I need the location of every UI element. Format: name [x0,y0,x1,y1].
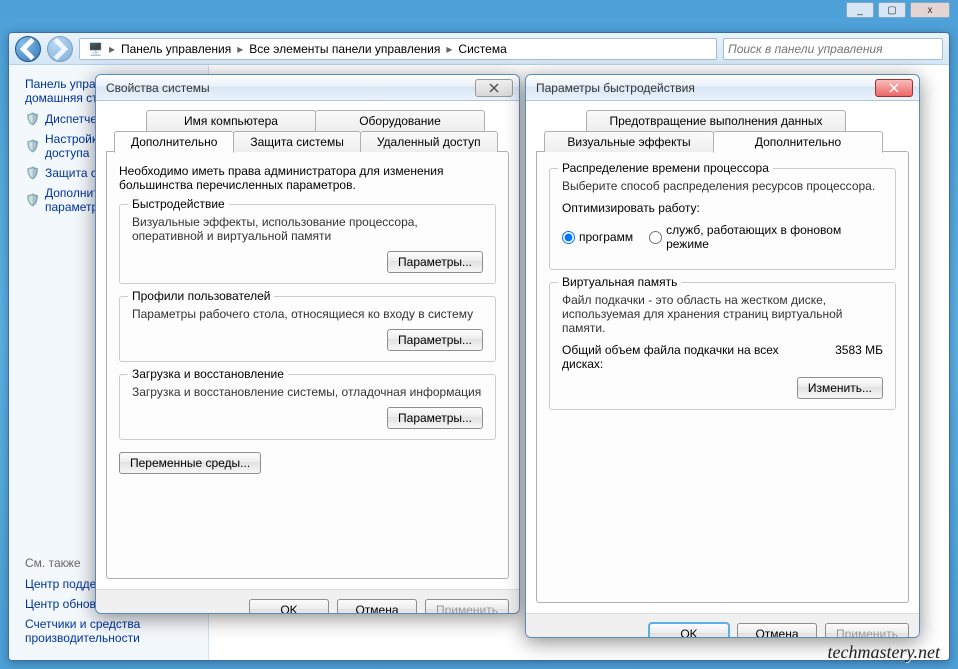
tabs-row-1: Имя компьютера Оборудование [106,110,509,131]
tabs-row-2: Дополнительно Защита системы Удаленный д… [106,131,509,152]
group-user-profiles: Профили пользователей Параметры рабочего… [119,296,496,362]
tab-panel-advanced: Необходимо иметь права администратора дл… [106,151,509,579]
dialog-titlebar: Свойства системы [96,75,519,101]
tabs-row-1: Предотвращение выполнения данных [536,110,909,131]
tab-advanced[interactable]: Дополнительно [713,131,883,153]
dialog-footer: OK Отмена Применить [96,589,519,614]
apply-button[interactable]: Применить [825,623,909,639]
group-legend: Профили пользователей [128,289,274,303]
ok-button[interactable]: OK [649,623,729,639]
group-legend: Распределение времени процессора [558,161,773,175]
group-legend: Виртуальная память [558,275,681,289]
radio-label: программ [579,230,633,244]
radio-services[interactable]: служб, работающих в фоновом режиме [649,223,883,251]
shield-icon: 🛡️ [25,112,39,126]
system-properties-dialog: Свойства системы Имя компьютера Оборудов… [95,74,520,614]
close-icon[interactable] [475,79,513,97]
tab-hardware[interactable]: Оборудование [315,110,485,131]
tab-protection[interactable]: Защита системы [233,131,360,152]
shield-icon: 🛡️ [25,139,39,153]
breadcrumb-icon[interactable]: 🖥️ [84,42,107,56]
tab-dep[interactable]: Предотвращение выполнения данных [586,110,846,131]
ok-button[interactable]: OK [249,599,329,615]
forward-button[interactable] [47,36,73,62]
apply-button[interactable]: Применить [425,599,509,615]
close-button[interactable]: x [910,2,950,18]
back-button[interactable] [15,36,41,62]
group-desc: Загрузка и восстановление системы, отлад… [132,385,483,399]
search-box[interactable] [723,38,943,60]
admin-note: Необходимо иметь права администратора дл… [119,164,496,192]
breadcrumb-item[interactable]: Система [454,42,510,56]
performance-options-dialog: Параметры быстродействия Предотвращение … [525,74,920,638]
minimize-button[interactable]: _ [846,2,874,18]
radio-group-optimize: программ служб, работающих в фоновом реж… [562,223,883,251]
pagefile-total-row: Общий объем файла подкачки на всех диска… [562,343,883,371]
shield-icon: 🛡️ [25,166,39,180]
optimize-label: Оптимизировать работу: [562,201,883,215]
tab-remote[interactable]: Удаленный доступ [360,131,498,152]
search-input[interactable] [728,42,938,56]
tabs-row-2: Визуальные эффекты Дополнительно [536,131,909,152]
chevron-right-icon: ▸ [109,42,115,56]
group-legend: Быстродействие [128,197,229,211]
dialog-body: Имя компьютера Оборудование Дополнительн… [96,101,519,589]
pagefile-value: 3583 МБ [835,343,883,371]
group-legend: Загрузка и восстановление [128,367,288,381]
chevron-right-icon: ▸ [446,42,452,56]
radio-programs[interactable]: программ [562,230,633,244]
group-desc: Визуальные эффекты, использование процес… [132,215,483,243]
sidebar-footer-link[interactable]: Счетчики и средства производительности [25,614,205,648]
group-desc: Файл подкачки - это область на жестком д… [562,293,883,335]
dialog-title: Параметры быстродействия [536,81,875,95]
breadcrumb-item[interactable]: Все элементы панели управления [245,42,444,56]
tab-panel-advanced: Распределение времени процессора Выберит… [536,151,909,603]
dialog-footer: OK Отмена Применить [526,613,919,638]
cancel-button[interactable]: Отмена [337,599,417,615]
radio-programs-input[interactable] [562,231,575,244]
group-startup-recovery: Загрузка и восстановление Загрузка и вос… [119,374,496,440]
pagefile-label: Общий объем файла подкачки на всех диска… [562,343,792,371]
group-processor-scheduling: Распределение времени процессора Выберит… [549,168,896,270]
group-desc: Выберите способ распределения ресурсов п… [562,179,883,193]
env-vars-button[interactable]: Переменные среды... [119,452,261,474]
cancel-button[interactable]: Отмена [737,623,817,639]
profiles-settings-button[interactable]: Параметры... [387,329,483,351]
radio-label: служб, работающих в фоновом режиме [666,223,883,251]
chevron-right-icon: ▸ [237,42,243,56]
tab-advanced[interactable]: Дополнительно [114,131,234,153]
group-performance: Быстродействие Визуальные эффекты, испол… [119,204,496,284]
shield-icon: 🛡️ [25,193,39,207]
breadcrumb-item[interactable]: Панель управления [117,42,235,56]
startup-settings-button[interactable]: Параметры... [387,407,483,429]
maximize-button[interactable]: ▢ [878,2,906,18]
tab-computer-name[interactable]: Имя компьютера [146,110,316,131]
dialog-titlebar: Параметры быстродействия [526,75,919,101]
change-vmem-button[interactable]: Изменить... [797,377,883,399]
explorer-toolbar: 🖥️ ▸ Панель управления ▸ Все элементы па… [9,33,949,65]
group-virtual-memory: Виртуальная память Файл подкачки - это о… [549,282,896,410]
close-icon[interactable] [875,79,913,97]
radio-services-input[interactable] [649,231,662,244]
performance-settings-button[interactable]: Параметры... [387,251,483,273]
group-desc: Параметры рабочего стола, относящиеся ко… [132,307,483,321]
window-titlebar: _ ▢ x [0,0,958,20]
breadcrumb[interactable]: 🖥️ ▸ Панель управления ▸ Все элементы па… [79,38,717,60]
dialog-body: Предотвращение выполнения данных Визуаль… [526,101,919,613]
dialog-title: Свойства системы [106,81,475,95]
tab-visual-effects[interactable]: Визуальные эффекты [544,131,714,152]
